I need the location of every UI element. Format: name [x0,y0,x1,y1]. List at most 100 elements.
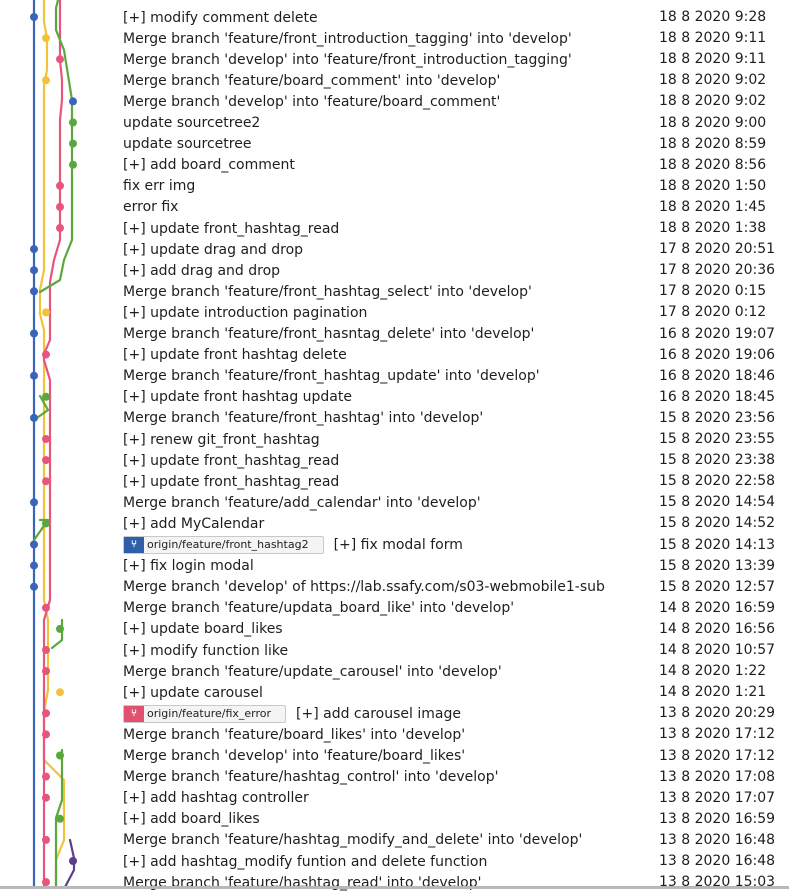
commit-row[interactable]: Merge branch 'feature/hashtag_read' into… [0,872,789,893]
commit-row[interactable]: [+] update front_hashtag_read 18 8 2020 1… [0,218,789,239]
commit-row[interactable]: ⑂ origin/feature/front_hashtag2 [+] fix mo… [0,535,789,556]
commit-row[interactable]: ⑂ origin/feature/fix_error [+] add carouse… [0,703,789,724]
commit-row[interactable]: Merge branch 'feature/updata_board_like'… [0,598,789,619]
commit-row[interactable]: Merge branch 'feature/update_carousel' i… [0,661,789,682]
commit-row[interactable]: [+] update board_likes 14 8 2020 16:56 [0,619,789,640]
commit-row[interactable]: Merge branch 'feature/hashtag_modify_and… [0,830,789,851]
commit-row[interactable]: Merge branch 'feature/front_hasntag_dele… [0,324,789,345]
commit-row[interactable]: [+] add MyCalendar 15 8 2020 14:52 [0,513,789,534]
commit-message-cell: [+] add hashtag controller [123,788,655,809]
commit-message: Merge branch 'feature/board_comment' int… [123,72,501,89]
commit-date: 15 8 2020 23:38 [659,452,776,469]
commit-message-cell: [+] update drag and drop [123,239,655,260]
commit-date: 13 8 2020 15:03 [659,874,776,891]
commit-date: 17 8 2020 0:15 [659,283,767,300]
commit-message-cell: [+] update front_hashtag_read [123,450,655,471]
commit-message: update sourcetree [123,136,252,153]
commit-message: [+] update introduction pagination [123,304,368,321]
commit-message-cell: [+] update front hashtag delete [123,345,655,366]
commit-row[interactable]: [+] update front_hashtag_read 15 8 2020 2… [0,450,789,471]
commit-row[interactable]: [+] renew git_front_hashtag 15 8 2020 23:… [0,429,789,450]
commit-row[interactable]: Merge branch 'feature/hashtag_control' i… [0,767,789,788]
commit-date: 18 8 2020 1:50 [659,177,767,194]
commit-date: 13 8 2020 16:59 [659,810,776,827]
branch-tag[interactable]: ⑂ origin/feature/front_hashtag2 [123,536,324,554]
commit-date: 18 8 2020 9:11 [659,51,767,68]
commit-row[interactable]: error fix 18 8 2020 1:45 [0,197,789,218]
commit-message-cell: Merge branch 'feature/hashtag_read' into… [123,872,655,893]
commit-row[interactable]: Merge branch 'feature/board_comment' int… [0,70,789,91]
commit-message: [+] update drag and drop [123,241,304,258]
commit-message: update sourcetree2 [123,115,261,131]
commit-row[interactable]: [+] add hashtag_modify funtion and delet… [0,851,789,872]
commit-message: [+] renew git_front_hashtag [123,431,320,448]
commit-row[interactable]: Merge branch 'feature/front_hashtag_sele… [0,281,789,302]
commit-message: [+] modify function like [123,642,289,659]
commit-message-cell: [+] update front_hashtag_read [123,218,655,239]
commit-date: 18 8 2020 8:56 [659,156,767,173]
commit-row[interactable]: [+] modify function like 14 8 2020 10:57 [0,640,789,661]
commit-row[interactable]: update sourcetree 18 8 2020 8:59 [0,134,789,155]
commit-row[interactable]: [+] modify comment delete 18 8 2020 9:28 [0,7,789,28]
commit-row[interactable]: [+] fix login modal 15 8 2020 13:39 [0,556,789,577]
commit-message: [+] update front_hashtag_read [123,473,340,490]
commit-row[interactable]: Merge branch 'develop' into 'feature/fro… [0,49,789,70]
commit-message: [+] add carousel image [296,705,461,722]
commit-row[interactable]: Merge branch 'develop' into 'feature/boa… [0,746,789,767]
commit-date: 13 8 2020 20:29 [659,705,776,722]
commit-date: 18 8 2020 8:59 [659,135,767,152]
commit-date: 17 8 2020 20:51 [659,241,776,258]
commit-row[interactable]: [+] update carousel 14 8 2020 1:21 [0,682,789,703]
commit-date: 16 8 2020 19:06 [659,346,776,363]
commit-message-cell: [+] add board_comment [123,155,655,176]
commit-message-cell: Merge branch 'feature/front_introduction… [123,28,655,49]
commit-message: Merge branch 'feature/front_hashtag_sele… [123,283,532,300]
commit-row[interactable]: [+] update introduction pagination 17 8 2… [0,302,789,323]
commit-row[interactable]: [+] update front_hashtag_read 15 8 2020 2… [0,471,789,492]
commit-message-cell: Merge branch 'feature/front_hasntag_dele… [123,324,655,345]
commit-message: Merge branch 'feature/update_carousel' i… [123,663,502,680]
commit-row[interactable]: [+] update drag and drop 17 8 2020 20:51 [0,239,789,260]
commit-row[interactable]: Merge branch 'develop' of https://lab.ss… [0,577,789,598]
commit-date: 13 8 2020 16:48 [659,831,776,848]
commit-list[interactable]: [+] modify comment delete 18 8 2020 9:28 M… [0,0,789,891]
commit-date: 15 8 2020 14:52 [659,515,776,532]
commit-message: [+] update front hashtag update [123,389,352,406]
commit-message: [+] add MyCalendar [123,515,265,532]
commit-row[interactable]: [+] add hashtag controller 13 8 2020 17:0… [0,788,789,809]
commit-row[interactable]: [+] update front hashtag update 16 8 2020… [0,387,789,408]
commit-message: [+] add board_likes [123,811,260,828]
commit-message-cell: [+] update board_likes [123,619,655,640]
commit-message-cell: [+] add hashtag_modify funtion and delet… [123,851,655,872]
commit-message: Merge branch 'feature/updata_board_like'… [123,600,515,617]
commit-date: 18 8 2020 9:00 [659,114,767,131]
commit-row[interactable]: Merge branch 'feature/front_introduction… [0,28,789,49]
commit-row[interactable]: [+] add board_comment 18 8 2020 8:56 [0,155,789,176]
commit-row[interactable]: [+] add board_likes 13 8 2020 16:59 [0,809,789,830]
commit-row[interactable]: Merge branch 'feature/add_calendar' into… [0,492,789,513]
commit-row[interactable]: [+] update front hashtag delete 16 8 2020… [0,345,789,366]
commit-row[interactable]: [+] add drag and drop 17 8 2020 20:36 [0,260,789,281]
commit-message-cell: Merge branch 'develop' into 'feature/boa… [123,91,655,112]
commit-date: 16 8 2020 18:45 [659,388,776,405]
commit-message-cell: Merge branch 'feature/updata_board_like'… [123,598,655,619]
branch-tag[interactable]: ⑂ origin/feature/fix_error [123,704,287,723]
commit-message-cell: [+] update front_hashtag_read [123,471,655,492]
commit-message: Merge branch 'feature/hashtag_read' into… [123,874,482,891]
commit-date: 14 8 2020 1:22 [659,663,767,680]
commit-row[interactable]: Merge branch 'develop' into 'feature/boa… [0,91,789,112]
commit-message-cell: [+] add board_likes [123,809,655,830]
commit-row[interactable]: update sourcetree2 18 8 2020 9:00 [0,113,789,134]
commit-message-cell: update sourcetree [123,134,655,155]
commit-message-cell: Merge branch 'feature/hashtag_modify_and… [123,830,655,851]
commit-date: 18 8 2020 9:02 [659,72,767,89]
commit-row[interactable]: Merge branch 'feature/front_hashtag' int… [0,408,789,429]
commit-message: Merge branch 'develop' into 'feature/boa… [123,748,466,764]
branch-icon: ⑂ [124,537,144,553]
commit-row[interactable]: Merge branch 'feature/front_hashtag_upda… [0,366,789,387]
commit-date: 18 8 2020 1:38 [659,220,767,236]
commit-row[interactable]: Merge branch 'feature/board_likes' into … [0,724,789,745]
commit-message: Merge branch 'feature/hashtag_control' i… [123,769,499,786]
commit-row[interactable]: fix err img 18 8 2020 1:50 [0,176,789,197]
commit-message: [+] add hashtag controller [123,790,309,807]
